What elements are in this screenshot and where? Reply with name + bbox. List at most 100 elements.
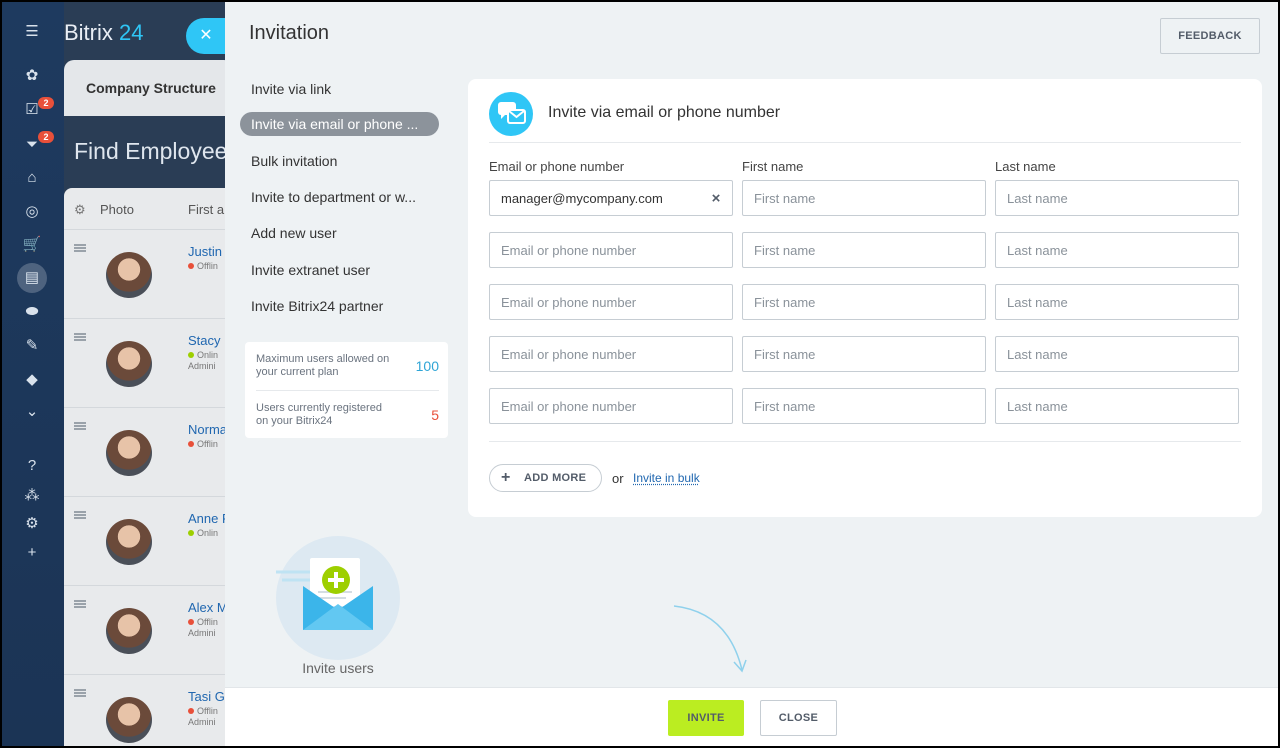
stat-label: Users currently registered on your Bitri… <box>256 402 382 427</box>
email-field[interactable] <box>489 232 733 268</box>
last-name-field[interactable] <box>995 180 1239 216</box>
employee-status: Onlin <box>188 528 218 538</box>
menu-add-new-user[interactable]: Add new user <box>251 222 337 244</box>
menu-invite-via-link[interactable]: Invite via link <box>251 78 331 100</box>
plus-icon: + <box>501 469 511 486</box>
table-row[interactable]: Stacy Onlin Admini <box>64 319 234 408</box>
signature-icon[interactable]: ✎ <box>22 336 42 356</box>
robot-icon[interactable]: ⬬ <box>22 302 42 322</box>
invitation-panel: Invitation FEEDBACK Invite via link Invi… <box>225 2 1278 746</box>
help-icon[interactable]: ? <box>22 456 42 476</box>
table-row[interactable]: Alex M Offlin Admini <box>64 586 234 675</box>
drag-handle-icon[interactable] <box>74 244 86 252</box>
avatar <box>106 608 152 654</box>
last-name-field[interactable] <box>995 284 1239 320</box>
title-divider <box>489 142 1241 143</box>
drag-handle-icon[interactable] <box>74 422 86 430</box>
close-slider-button[interactable]: ✕ <box>186 18 226 54</box>
employee-status: Offlin <box>188 706 218 716</box>
left-sidebar: ☰ ✿ ☑ 2 ⏷ 2 ⌂ ◎ 🛒 ▤ ⬬ ✎ ◆ ⌄ ? ⁂ ⚙ + <box>2 2 64 746</box>
target-icon[interactable]: ◎ <box>22 202 42 222</box>
last-name-field[interactable] <box>995 232 1239 268</box>
shop-cart-icon[interactable]: 🛒 <box>22 235 42 255</box>
menu-invite-to-department[interactable]: Invite to department or w... <box>251 186 416 208</box>
stat-registered-users: Users currently registered on your Bitri… <box>256 402 439 448</box>
drag-handle-icon[interactable] <box>74 600 86 608</box>
settings-gear-icon[interactable]: ⚙ <box>22 514 42 534</box>
email-field[interactable] <box>489 180 733 216</box>
table-row[interactable]: Norma Offlin <box>64 408 234 497</box>
close-button[interactable]: CLOSE <box>760 700 837 736</box>
employee-name[interactable]: Stacy <box>188 333 221 348</box>
hamburger-menu-icon[interactable]: ☰ <box>22 22 42 42</box>
stat-value: 5 <box>431 407 439 423</box>
structure-icon[interactable]: ⁂ <box>22 486 42 506</box>
table-header: ⚙ Photo First a <box>64 188 234 230</box>
menu-invite-partner[interactable]: Invite Bitrix24 partner <box>251 295 383 317</box>
table-row[interactable]: Justin Offlin <box>64 230 234 319</box>
drag-handle-icon[interactable] <box>74 333 86 341</box>
employees-card-icon[interactable]: ▤ <box>22 268 42 288</box>
last-name-field[interactable] <box>995 388 1239 424</box>
stat-label: Maximum users allowed on your current pl… <box>256 353 390 378</box>
email-field[interactable] <box>489 336 733 372</box>
stats-divider <box>256 390 439 391</box>
employee-role: Admini <box>188 628 216 638</box>
first-name-field[interactable] <box>742 180 986 216</box>
company-icon[interactable]: ⌂ <box>22 168 42 188</box>
invite-button[interactable]: INVITE <box>668 700 744 736</box>
menu-bulk-invitation[interactable]: Bulk invitation <box>251 150 337 172</box>
status-dot-icon <box>188 530 194 536</box>
chat-email-icon <box>489 92 533 136</box>
employee-name[interactable]: Alex M <box>188 600 228 615</box>
invite-in-bulk-link[interactable]: Invite in bulk <box>633 471 700 485</box>
form-divider <box>489 441 1241 442</box>
employee-status: Offlin <box>188 617 218 627</box>
status-dot-icon <box>188 708 194 714</box>
plan-stats-box: Maximum users allowed on your current pl… <box>245 342 448 438</box>
add-plus-icon[interactable]: + <box>22 543 42 563</box>
column-label-first-name: First name <box>742 159 804 174</box>
last-name-field[interactable] <box>995 336 1239 372</box>
column-label-email: Email or phone number <box>489 159 625 174</box>
first-name-field[interactable] <box>742 284 986 320</box>
envelope-plus-icon <box>274 558 373 630</box>
avatar <box>106 252 152 298</box>
invite-users-label: Invite users <box>302 660 374 676</box>
menu-invite-via-email[interactable]: Invite via email or phone ... <box>240 112 439 136</box>
form-title: Invite via email or phone number <box>548 104 781 121</box>
table-row[interactable]: Anne F Onlin <box>64 497 234 586</box>
email-field[interactable] <box>489 388 733 424</box>
employee-name[interactable]: Justin <box>188 244 222 259</box>
app-logo: Bitrix 24 <box>64 20 144 45</box>
page-title: Invitation <box>249 22 330 44</box>
email-field[interactable] <box>489 284 733 320</box>
employee-status: Offlin <box>188 439 218 449</box>
employee-name[interactable]: Anne F <box>188 511 230 526</box>
first-name-field[interactable] <box>742 232 986 268</box>
first-name-field[interactable] <box>742 388 986 424</box>
status-dot-icon <box>188 352 194 358</box>
status-dot-icon <box>188 263 194 269</box>
employee-role: Admini <box>188 361 216 371</box>
menu-invite-extranet-user[interactable]: Invite extranet user <box>251 259 370 281</box>
status-dot-icon <box>188 619 194 625</box>
table-row[interactable]: Tasi G Offlin Admini <box>64 675 234 746</box>
company-structure-tab[interactable]: Company Structure <box>64 60 234 116</box>
more-chevron-icon[interactable]: ⌄ <box>22 402 42 422</box>
employee-name[interactable]: Norma <box>188 422 227 437</box>
drag-handle-icon[interactable] <box>74 511 86 519</box>
drag-handle-icon[interactable] <box>74 689 86 697</box>
employee-name[interactable]: Tasi G <box>188 689 225 704</box>
column-header-photo: Photo <box>100 202 134 217</box>
table-settings-gear-icon[interactable]: ⚙ <box>74 202 86 218</box>
column-header-first-name: First a <box>188 202 225 217</box>
stat-value: 100 <box>415 358 439 374</box>
add-more-button[interactable]: + ADD MORE <box>489 464 602 492</box>
feedback-button[interactable]: FEEDBACK <box>1160 18 1260 54</box>
clear-input-icon[interactable]: × <box>708 191 724 207</box>
activity-stream-icon[interactable]: ✿ <box>22 66 42 86</box>
first-name-field[interactable] <box>742 336 986 372</box>
avatar <box>106 341 152 387</box>
box-icon[interactable]: ◆ <box>22 370 42 390</box>
